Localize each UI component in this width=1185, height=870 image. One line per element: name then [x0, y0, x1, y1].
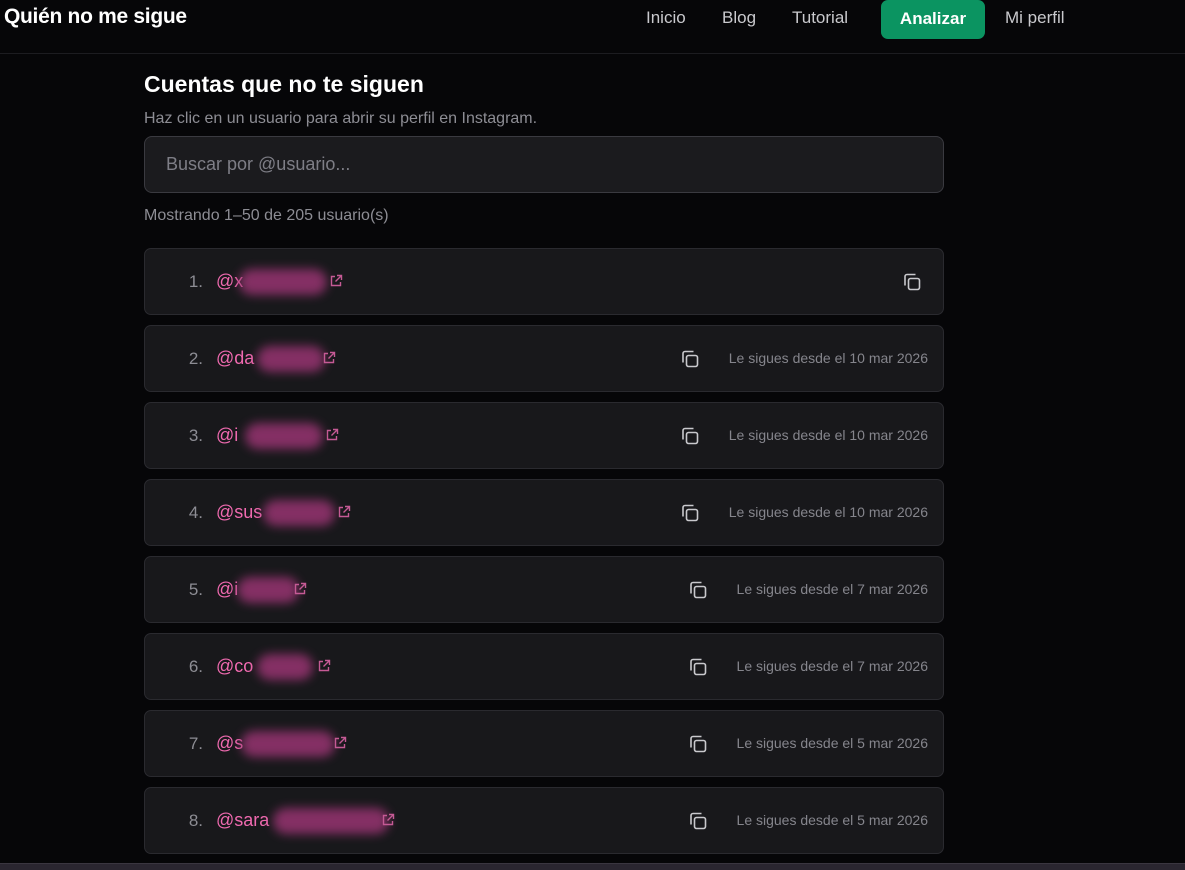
row-number: 4. [188, 503, 203, 522]
external-link-icon [326, 428, 339, 441]
username-link[interactable]: @da [216, 326, 254, 391]
external-link-icon [294, 582, 307, 595]
user-row[interactable]: 5. @i Le sigues desde el 7 mar 2026 [144, 556, 944, 623]
nav-tutorial[interactable]: Tutorial [792, 8, 848, 28]
row-number: 1. [188, 272, 203, 291]
row-number: 2. [188, 349, 203, 368]
user-row[interactable]: 4. @sus Le sigues desde el 10 mar 2026 [144, 479, 944, 546]
username-link[interactable]: @i [216, 557, 238, 622]
follow-since-date: Le sigues desde el 5 mar 2026 [736, 735, 928, 751]
nav-blog[interactable]: Blog [722, 8, 756, 28]
external-link-icon [338, 505, 351, 518]
page-subtitle: Haz clic en un usuario para abrir su per… [144, 110, 538, 127]
follow-since-date: Le sigues desde el 10 mar 2026 [728, 350, 928, 366]
redacted-username-blur [257, 346, 325, 372]
user-row[interactable]: 2. @da Le sigues desde el 10 mar 2026 [144, 325, 944, 392]
external-link-icon [334, 736, 347, 749]
follow-since-date: Le sigues desde el 7 mar 2026 [736, 581, 928, 597]
copy-icon[interactable] [679, 348, 701, 370]
copy-icon[interactable] [687, 656, 709, 678]
copy-icon[interactable] [687, 579, 709, 601]
user-row[interactable]: 8. @sara Le sigues desde el 5 mar 2026 [144, 787, 944, 854]
redacted-username-blur [273, 808, 389, 834]
user-row[interactable]: 1. @x [144, 248, 944, 315]
row-number: 6. [188, 657, 203, 676]
row-number: 7. [188, 734, 203, 753]
copy-icon[interactable] [679, 502, 701, 524]
search-input[interactable] [144, 136, 944, 193]
user-row[interactable]: 3. @i Le sigues desde el 10 mar 2026 [144, 402, 944, 469]
user-row[interactable]: 7. @s Le sigues desde el 5 mar 2026 [144, 710, 944, 777]
copy-icon[interactable] [901, 271, 923, 293]
redacted-username-blur [245, 423, 323, 449]
row-number: 3. [188, 426, 203, 445]
external-link-icon [330, 274, 343, 287]
username-link[interactable]: @s [216, 711, 243, 776]
redacted-username-blur [241, 731, 335, 757]
external-link-icon [382, 813, 395, 826]
follow-since-date: Le sigues desde el 10 mar 2026 [728, 427, 928, 443]
username-link[interactable]: @sus [216, 480, 262, 545]
top-navbar: Quién no me sigue Inicio Blog Tutorial A… [0, 0, 1185, 54]
row-number: 8. [188, 811, 203, 830]
copy-icon[interactable] [679, 425, 701, 447]
bottom-scroll-edge [0, 863, 1185, 870]
username-link[interactable]: @sara [216, 788, 269, 853]
redacted-username-blur [239, 269, 327, 295]
analizar-button[interactable]: Analizar [881, 0, 985, 39]
follow-since-date: Le sigues desde el 5 mar 2026 [736, 812, 928, 828]
results-count: Mostrando 1–50 de 205 usuario(s) [144, 207, 389, 224]
follow-since-date: Le sigues desde el 7 mar 2026 [736, 658, 928, 674]
page-title: Cuentas que no te siguen [144, 71, 424, 97]
row-number: 5. [188, 580, 203, 599]
username-link[interactable]: @i [216, 403, 238, 468]
nav-inicio[interactable]: Inicio [646, 8, 686, 28]
nav-mi-perfil[interactable]: Mi perfil [1005, 8, 1065, 28]
user-row[interactable]: 6. @co Le sigues desde el 7 mar 2026 [144, 633, 944, 700]
copy-icon[interactable] [687, 810, 709, 832]
external-link-icon [323, 351, 336, 364]
username-link[interactable]: @co [216, 634, 253, 699]
copy-icon[interactable] [687, 733, 709, 755]
follow-since-date: Le sigues desde el 10 mar 2026 [728, 504, 928, 520]
redacted-username-blur [237, 577, 299, 603]
main-nav: Inicio Blog Tutorial Analizar Mi perfil [0, 0, 1185, 54]
redacted-username-blur [263, 500, 335, 526]
redacted-username-blur [257, 654, 313, 680]
external-link-icon [318, 659, 331, 672]
main-content: Cuentas que no te siguen Haz clic en un … [144, 68, 944, 854]
